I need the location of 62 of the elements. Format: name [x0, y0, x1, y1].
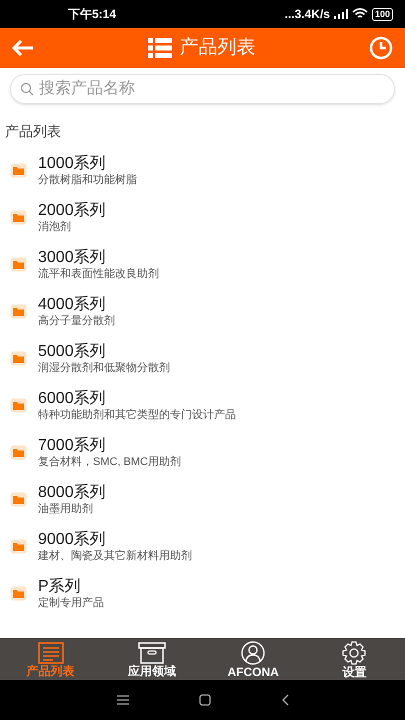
signal-icon [334, 9, 348, 19]
home-icon[interactable] [198, 694, 210, 706]
folder-icon [10, 304, 27, 319]
document-lines-icon [38, 642, 64, 664]
item-title: 3000系列 [38, 248, 107, 267]
list-item[interactable]: 6000系列 特种功能助剂和其它类型的专门设计产品 [0, 382, 405, 429]
item-title: 2000系列 [38, 201, 106, 220]
item-subtitle: 特种功能助剂和其它类型的专门设计产品 [38, 408, 236, 422]
folder-icon [10, 539, 27, 554]
tab[interactable]: 设置 [304, 638, 405, 680]
list-item[interactable]: 3000系列 流平和表面性能改良助剂 [0, 241, 405, 288]
folder-icon [10, 210, 27, 225]
folder-icon [10, 445, 27, 460]
search-field[interactable]: 搜索产品名称 [10, 74, 395, 104]
folder-icon [10, 351, 27, 366]
item-subtitle: 消泡剂 [38, 220, 72, 234]
wifi-icon [352, 8, 368, 20]
item-title: P系列 [38, 577, 82, 596]
battery-indicator: 100 [372, 8, 393, 20]
folder-icon [10, 586, 27, 601]
header-title: 产品列表 [180, 36, 256, 60]
menu-icon[interactable] [116, 695, 128, 705]
item-subtitle: 建材、陶瓷及其它新材料用助剂 [38, 549, 192, 563]
item-subtitle: 高分子量分散剂 [38, 314, 115, 328]
item-title: 7000系列 [38, 436, 107, 455]
network-speed: ...3.4K/s [284, 6, 330, 23]
item-title: 8000系列 [38, 483, 106, 502]
list-item[interactable]: 9000系列 建材、陶瓷及其它新材料用助剂 [0, 523, 405, 570]
list-item[interactable]: 8000系列 油墨用助剂 [0, 476, 405, 523]
back-icon[interactable] [280, 694, 288, 706]
tab[interactable]: AFCONA [202, 638, 304, 680]
item-title: 1000系列 [38, 154, 107, 173]
back-arrow-icon[interactable] [12, 40, 34, 56]
list-item[interactable]: 4000系列 高分子量分散剂 [0, 288, 405, 335]
item-subtitle: 定制专用产品 [38, 596, 104, 610]
folder-icon [10, 492, 27, 507]
folder-icon [10, 398, 27, 413]
settings-icon [342, 640, 366, 664]
folder-icon [10, 163, 27, 178]
list-item[interactable]: 2000系列 消泡剂 [0, 194, 405, 241]
status-time: 下午5:14 [68, 6, 116, 23]
list-icon [148, 38, 172, 58]
item-title: 9000系列 [38, 530, 107, 549]
tab[interactable]: 应用领域 [101, 638, 202, 680]
list-item[interactable]: 7000系列 复合材料，SMC, BMC用助剂 [0, 429, 405, 476]
search-icon [20, 82, 34, 96]
user-icon [241, 640, 266, 664]
item-subtitle: 分散树脂和功能树脂 [38, 173, 137, 187]
folder-icon [10, 257, 27, 272]
box-icon [138, 642, 166, 664]
list-item[interactable]: 1000系列 分散树脂和功能树脂 [0, 147, 405, 194]
item-subtitle: 油墨用助剂 [38, 502, 94, 516]
list-item[interactable]: 5000系列 润湿分散剂和低聚物分散剂 [0, 335, 405, 382]
item-subtitle: 润湿分散剂和低聚物分散剂 [38, 361, 170, 375]
item-title: 4000系列 [38, 295, 107, 314]
section-title: 产品列表 [4, 122, 62, 141]
item-title: 5000系列 [38, 342, 107, 361]
item-subtitle: 流平和表面性能改良助剂 [38, 267, 159, 281]
list-item[interactable]: P系列 定制专用产品 [0, 570, 405, 617]
item-subtitle: 复合材料，SMC, BMC用助剂 [38, 455, 181, 469]
item-title: 6000系列 [38, 389, 107, 408]
clock-icon[interactable] [369, 36, 393, 60]
